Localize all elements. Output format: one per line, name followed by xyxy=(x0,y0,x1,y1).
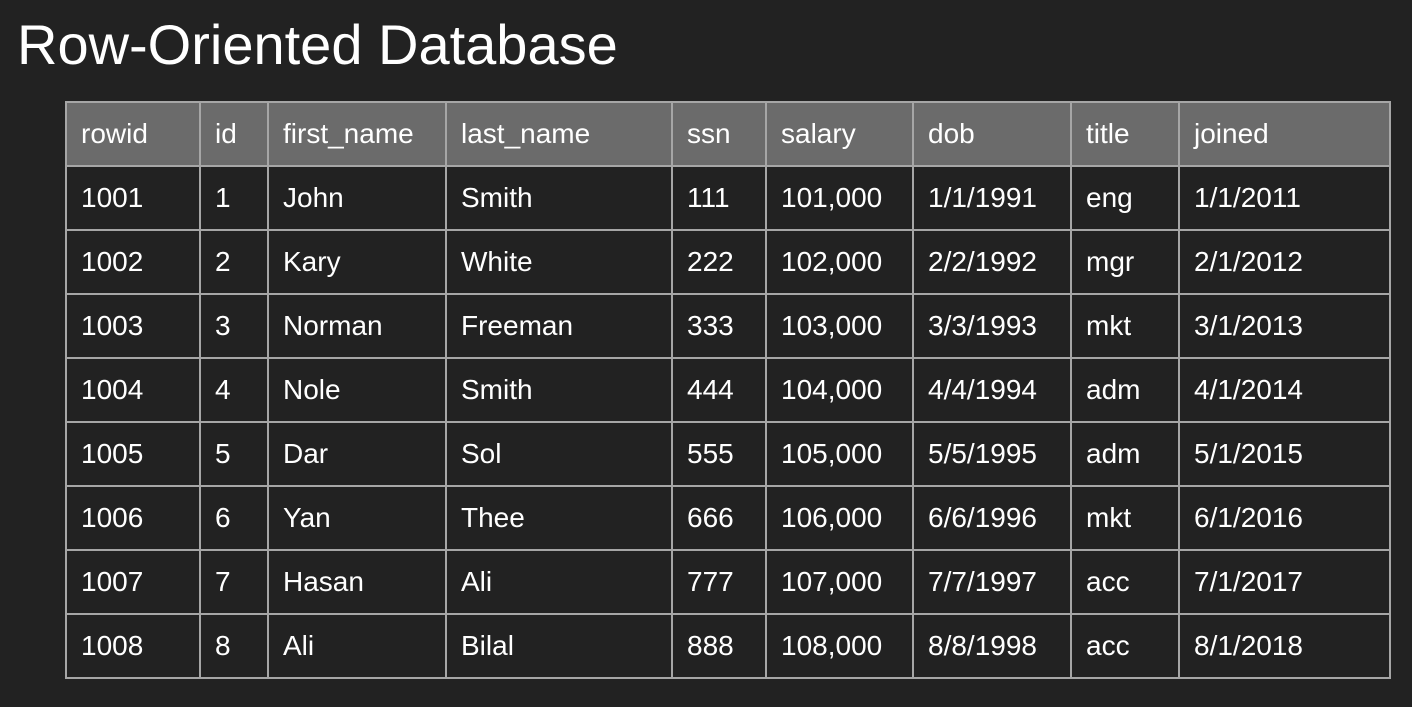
cell-ssn: 333 xyxy=(671,293,767,359)
cell-title: acc xyxy=(1070,549,1180,615)
cell-dob: 2/2/1992 xyxy=(912,229,1072,295)
cell-rowid: 1007 xyxy=(65,549,201,615)
cell-first-name: Nole xyxy=(267,357,447,423)
cell-joined: 4/1/2014 xyxy=(1178,357,1391,423)
cell-rowid: 1003 xyxy=(65,293,201,359)
table-row: 1004 4 Nole Smith 444 104,000 4/4/1994 adm 4/1/2… xyxy=(65,357,1391,423)
cell-last-name: Bilal xyxy=(445,613,673,679)
cell-dob: 6/6/1996 xyxy=(912,485,1072,551)
cell-id: 2 xyxy=(199,229,269,295)
cell-salary: 103,000 xyxy=(765,293,914,359)
cell-salary: 105,000 xyxy=(765,421,914,487)
cell-rowid: 1008 xyxy=(65,613,201,679)
cell-last-name: Sol xyxy=(445,421,673,487)
column-header-id: id xyxy=(199,101,269,167)
cell-dob: 3/3/1993 xyxy=(912,293,1072,359)
data-table: rowid id first_name last_name ssn salary dob ti… xyxy=(65,101,1391,679)
cell-joined: 2/1/2012 xyxy=(1178,229,1391,295)
cell-salary: 108,000 xyxy=(765,613,914,679)
cell-dob: 8/8/1998 xyxy=(912,613,1072,679)
cell-last-name: Ali xyxy=(445,549,673,615)
cell-ssn: 555 xyxy=(671,421,767,487)
cell-rowid: 1004 xyxy=(65,357,201,423)
cell-first-name: John xyxy=(267,165,447,231)
cell-id: 1 xyxy=(199,165,269,231)
cell-id: 4 xyxy=(199,357,269,423)
cell-title: eng xyxy=(1070,165,1180,231)
table-row: 1002 2 Kary White 222 102,000 2/2/1992 mgr 2/1/2… xyxy=(65,229,1391,295)
table-row: 1006 6 Yan Thee 666 106,000 6/6/1996 mkt 6/1/201… xyxy=(65,485,1391,551)
header-row: rowid id first_name last_name ssn salary dob ti… xyxy=(65,101,1391,167)
column-header-last-name: last_name xyxy=(445,101,673,167)
cell-title: adm xyxy=(1070,357,1180,423)
cell-salary: 104,000 xyxy=(765,357,914,423)
table-header: rowid id first_name last_name ssn salary dob ti… xyxy=(65,101,1391,167)
cell-last-name: White xyxy=(445,229,673,295)
cell-last-name: Thee xyxy=(445,485,673,551)
cell-rowid: 1005 xyxy=(65,421,201,487)
cell-id: 5 xyxy=(199,421,269,487)
cell-last-name: Smith xyxy=(445,357,673,423)
column-header-ssn: ssn xyxy=(671,101,767,167)
cell-rowid: 1006 xyxy=(65,485,201,551)
cell-salary: 101,000 xyxy=(765,165,914,231)
cell-dob: 5/5/1995 xyxy=(912,421,1072,487)
cell-salary: 107,000 xyxy=(765,549,914,615)
cell-dob: 7/7/1997 xyxy=(912,549,1072,615)
cell-ssn: 777 xyxy=(671,549,767,615)
cell-joined: 8/1/2018 xyxy=(1178,613,1391,679)
column-header-dob: dob xyxy=(912,101,1072,167)
column-header-first-name: first_name xyxy=(267,101,447,167)
table-row: 1001 1 John Smith 111 101,000 1/1/1991 eng 1/1/2… xyxy=(65,165,1391,231)
cell-first-name: Norman xyxy=(267,293,447,359)
column-header-salary: salary xyxy=(765,101,914,167)
cell-ssn: 666 xyxy=(671,485,767,551)
cell-dob: 1/1/1991 xyxy=(912,165,1072,231)
column-header-rowid: rowid xyxy=(65,101,201,167)
cell-joined: 6/1/2016 xyxy=(1178,485,1391,551)
cell-rowid: 1002 xyxy=(65,229,201,295)
cell-ssn: 111 xyxy=(671,165,767,231)
cell-dob: 4/4/1994 xyxy=(912,357,1072,423)
table-row: 1005 5 Dar Sol 555 105,000 5/5/1995 adm 5/1/2015 xyxy=(65,421,1391,487)
cell-joined: 5/1/2015 xyxy=(1178,421,1391,487)
cell-ssn: 888 xyxy=(671,613,767,679)
cell-title: mgr xyxy=(1070,229,1180,295)
cell-ssn: 444 xyxy=(671,357,767,423)
cell-ssn: 222 xyxy=(671,229,767,295)
table-row: 1007 7 Hasan Ali 777 107,000 7/7/1997 acc 7/1/20… xyxy=(65,549,1391,615)
cell-title: acc xyxy=(1070,613,1180,679)
cell-title: mkt xyxy=(1070,485,1180,551)
cell-id: 8 xyxy=(199,613,269,679)
cell-joined: 1/1/2011 xyxy=(1178,165,1391,231)
cell-title: adm xyxy=(1070,421,1180,487)
table-row: 1008 8 Ali Bilal 888 108,000 8/8/1998 acc 8/1/20… xyxy=(65,613,1391,679)
cell-salary: 102,000 xyxy=(765,229,914,295)
cell-title: mkt xyxy=(1070,293,1180,359)
cell-last-name: Freeman xyxy=(445,293,673,359)
table-row: 1003 3 Norman Freeman 333 103,000 3/3/1993 mkt 3… xyxy=(65,293,1391,359)
cell-first-name: Kary xyxy=(267,229,447,295)
column-header-joined: joined xyxy=(1178,101,1391,167)
cell-first-name: Ali xyxy=(267,613,447,679)
page-title: Row-Oriented Database xyxy=(17,13,618,76)
cell-first-name: Hasan xyxy=(267,549,447,615)
cell-id: 3 xyxy=(199,293,269,359)
table-body: 1001 1 John Smith 111 101,000 1/1/1991 eng 1/1/2… xyxy=(65,165,1391,679)
cell-id: 6 xyxy=(199,485,269,551)
cell-joined: 7/1/2017 xyxy=(1178,549,1391,615)
cell-last-name: Smith xyxy=(445,165,673,231)
cell-id: 7 xyxy=(199,549,269,615)
column-header-title: title xyxy=(1070,101,1180,167)
cell-rowid: 1001 xyxy=(65,165,201,231)
cell-first-name: Dar xyxy=(267,421,447,487)
cell-salary: 106,000 xyxy=(765,485,914,551)
cell-joined: 3/1/2013 xyxy=(1178,293,1391,359)
cell-first-name: Yan xyxy=(267,485,447,551)
